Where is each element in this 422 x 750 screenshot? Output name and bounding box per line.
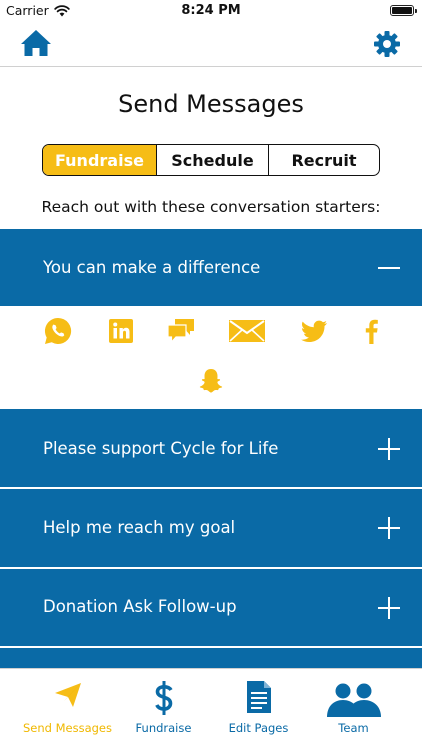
accordion-header-partial[interactable]	[0, 648, 422, 668]
tab-edit-pages[interactable]: Edit Pages	[206, 669, 311, 739]
status-time: 8:24 PM	[181, 3, 241, 18]
expand-icon	[378, 438, 400, 460]
intro-text: Reach out with these conversation starte…	[41, 198, 381, 216]
expand-icon	[378, 597, 400, 619]
twitter-icon[interactable]	[299, 316, 329, 346]
tab-team[interactable]: Team	[301, 669, 406, 739]
accordion-header-support[interactable]: Please support Cycle for Life	[0, 409, 422, 487]
segmented-control: Fundraise Schedule Recruit	[42, 144, 380, 176]
share-icons-panel	[0, 306, 422, 409]
status-bar: Carrier 8:24 PM	[0, 0, 422, 22]
accordion-title: Please support Cycle for Life	[43, 439, 279, 458]
gear-icon	[374, 31, 400, 57]
top-nav	[0, 22, 422, 67]
tab-label: Send Messages	[22, 721, 112, 735]
tab-fundraise[interactable]: Fundraise	[111, 669, 216, 739]
battery-icon	[390, 5, 417, 16]
whatsapp-icon[interactable]	[43, 316, 73, 346]
linkedin-icon[interactable]	[106, 316, 136, 346]
dollar-icon	[154, 681, 173, 715]
team-icon	[326, 683, 381, 717]
bottom-tab-bar: Send Messages Fundraise Edit Pages Team	[0, 668, 422, 750]
accordion-title: You can make a difference	[43, 258, 261, 277]
accordion-header-difference[interactable]: You can make a difference	[0, 229, 422, 306]
home-button[interactable]	[20, 28, 52, 58]
home-icon	[21, 30, 51, 56]
page-title: Send Messages	[118, 90, 304, 118]
email-icon[interactable]	[229, 316, 265, 346]
expand-icon	[378, 517, 400, 539]
collapse-icon	[378, 267, 400, 269]
segment-fundraise[interactable]: Fundraise	[43, 145, 156, 175]
tab-label: Fundraise	[135, 721, 192, 735]
settings-button[interactable]	[372, 29, 402, 59]
paper-plane-icon	[54, 683, 81, 707]
accordion-header-followup[interactable]: Donation Ask Follow-up	[0, 569, 422, 646]
accordion-title: Donation Ask Follow-up	[43, 597, 237, 616]
segment-schedule[interactable]: Schedule	[156, 145, 268, 175]
document-icon	[246, 681, 271, 713]
sms-icon[interactable]	[166, 316, 196, 346]
facebook-icon[interactable]	[357, 316, 387, 346]
tab-label: Edit Pages	[228, 721, 289, 735]
accordion-header-goal[interactable]: Help me reach my goal	[0, 489, 422, 567]
tab-send-messages[interactable]: Send Messages	[15, 669, 120, 739]
segment-recruit[interactable]: Recruit	[268, 145, 379, 175]
tab-label: Team	[338, 721, 369, 735]
snapchat-icon[interactable]	[196, 366, 226, 396]
accordion-title: Help me reach my goal	[43, 518, 236, 537]
